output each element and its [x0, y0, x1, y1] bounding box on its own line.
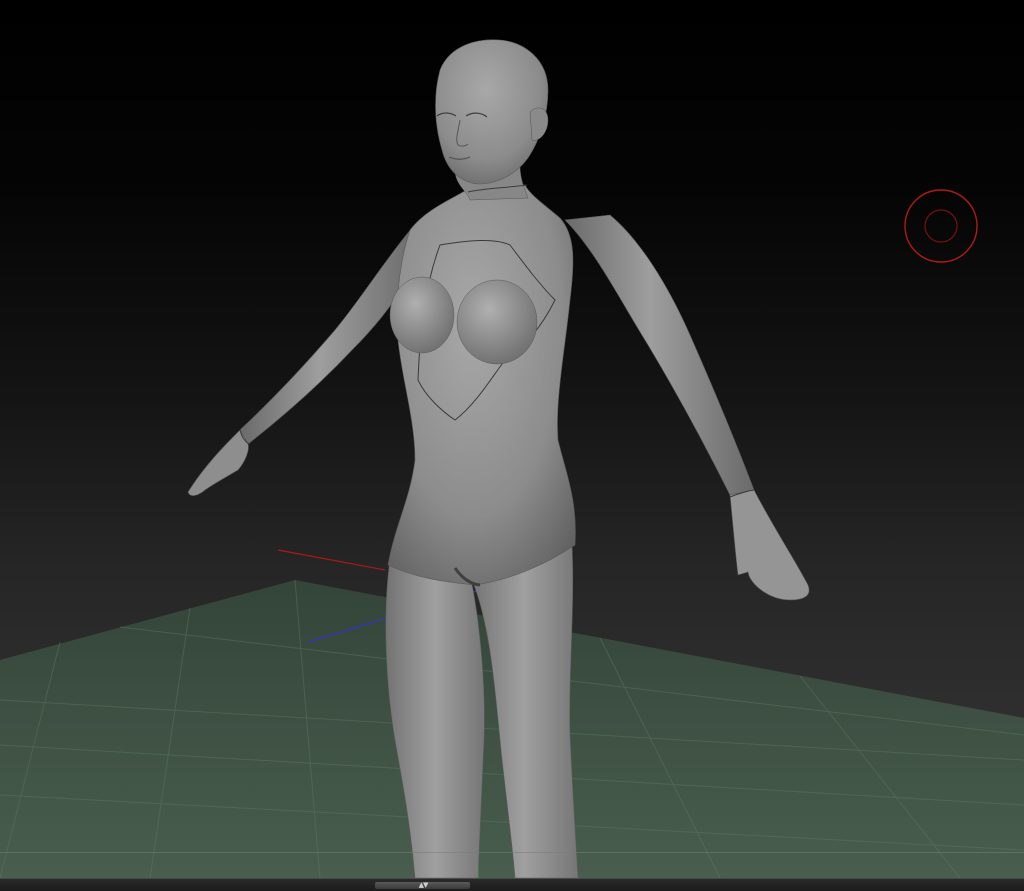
bottom-shelf-bar: ▲▼	[0, 878, 1024, 891]
viewport-divider-line	[0, 852, 1024, 853]
resize-arrows-icon[interactable]: ▲▼	[413, 880, 433, 890]
viewport-canvas[interactable]	[0, 0, 1024, 878]
3d-viewport[interactable]	[0, 0, 1024, 878]
brush-cursor-icon	[904, 189, 978, 263]
